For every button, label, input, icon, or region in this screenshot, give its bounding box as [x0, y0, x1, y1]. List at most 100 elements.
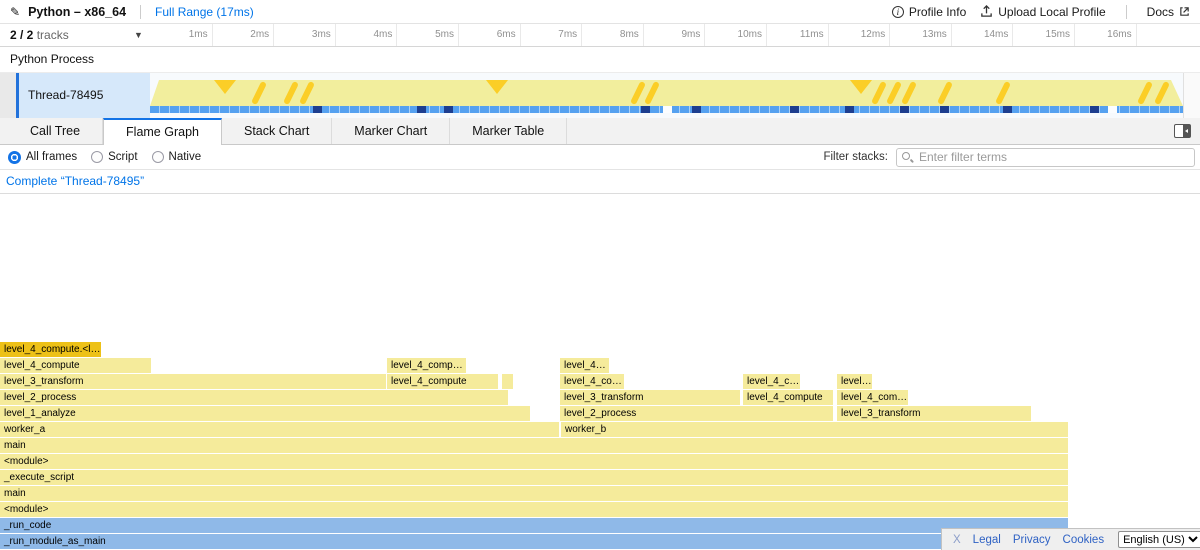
profile-info-button[interactable]: i Profile Info: [892, 5, 966, 19]
ruler-tick-line: [1136, 24, 1137, 46]
ruler-tick-label: 4ms: [336, 24, 392, 46]
tab-stack-chart[interactable]: Stack Chart: [222, 118, 332, 144]
marker-band: [150, 80, 1183, 106]
tab-marker-table[interactable]: Marker Table: [450, 118, 567, 144]
flame-block[interactable]: level_3_transform: [560, 390, 740, 405]
flame-block[interactable]: level_4_compute: [0, 358, 151, 373]
process-track-header[interactable]: Python Process: [0, 47, 1200, 73]
radio-dot-icon: [152, 151, 164, 163]
filter-area: Filter stacks:: [823, 148, 1200, 167]
sidebar-toggle-icon[interactable]: [1174, 124, 1191, 138]
breadcrumb-complete-thread[interactable]: Complete “Thread-78495”: [6, 170, 144, 193]
radio-script[interactable]: Script: [91, 151, 137, 163]
thread-activity-canvas[interactable]: [150, 73, 1183, 118]
filter-stacks-input[interactable]: [896, 148, 1195, 167]
activity-gap: [663, 106, 672, 113]
gc-marker-slant-icon: [251, 81, 267, 105]
activity-gap: [1108, 106, 1117, 113]
info-icon: i: [892, 6, 904, 18]
activity-dark-segment: [692, 106, 701, 113]
tab-flame-graph[interactable]: Flame Graph: [103, 118, 222, 145]
language-select[interactable]: English (US): [1118, 531, 1200, 548]
flame-block[interactable]: level_4…: [560, 358, 609, 373]
activity-dark-segment: [641, 106, 650, 113]
flame-block[interactable]: level_4_c…: [743, 374, 800, 389]
gc-marker-triangle-icon: [214, 80, 236, 94]
docs-label: Docs: [1147, 5, 1174, 19]
tracks-count-word: tracks: [37, 28, 69, 42]
flame-block[interactable]: level_3_transform: [837, 406, 1031, 421]
tracks-count[interactable]: 2 / 2 tracks: [10, 24, 69, 46]
flame-block[interactable]: level_2_process: [560, 406, 833, 421]
profile-title: Python – x86_64: [28, 5, 126, 19]
ruler-tick-label: 8ms: [583, 24, 639, 46]
flame-block[interactable]: _run_module_as_main: [0, 534, 1068, 549]
flame-block[interactable]: level_4_comp…: [387, 358, 466, 373]
flame-block[interactable]: level_1_analyze: [0, 406, 530, 421]
ruler-tick-label: 5ms: [398, 24, 454, 46]
ruler-tick-label: 11ms: [768, 24, 824, 46]
track-right-edge: [1183, 73, 1200, 118]
thread-track-gutter: [0, 73, 16, 118]
flame-block[interactable]: level_2_process: [0, 390, 508, 405]
thread-track-row[interactable]: Thread-78495: [0, 73, 1200, 118]
gc-marker-slant-icon: [937, 81, 953, 105]
radio-native[interactable]: Native: [152, 151, 202, 163]
flame-block[interactable]: level_4_compute: [387, 374, 498, 389]
search-icon: [902, 152, 910, 160]
app-header: ✎ Python – x86_64 Full Range (17ms) i Pr…: [0, 0, 1200, 24]
thread-track-label-area[interactable]: Thread-78495: [19, 73, 150, 118]
flame-block[interactable]: <module>: [0, 502, 1068, 517]
gc-marker-slant-icon: [630, 81, 646, 105]
header-divider-2: [1126, 5, 1127, 19]
flame-block[interactable]: main: [0, 438, 1068, 453]
tab-call-tree[interactable]: Call Tree: [8, 118, 103, 144]
gc-marker-slant-icon: [1137, 81, 1153, 105]
flame-block[interactable]: level_4_compute: [743, 390, 833, 405]
settings-row: All frames Script Native Filter stacks:: [0, 145, 1200, 170]
ruler-tick-label: 16ms: [1076, 24, 1132, 46]
privacy-link[interactable]: Privacy: [1013, 534, 1051, 546]
activity-dark-segment: [790, 106, 799, 113]
frame-filter-radio-group: All frames Script Native: [0, 151, 201, 164]
ruler-tick-label: 6ms: [460, 24, 516, 46]
radio-label: Script: [108, 151, 137, 163]
radio-all-frames[interactable]: All frames: [8, 151, 77, 164]
flame-block[interactable]: level_4_com…: [837, 390, 908, 405]
activity-dark-segment: [940, 106, 949, 113]
ruler-tick-label: 10ms: [706, 24, 762, 46]
tracks-count-value: 2 / 2: [10, 28, 33, 42]
flame-block[interactable]: _execute_script: [0, 470, 1068, 485]
gc-marker-slant-icon: [1154, 81, 1170, 105]
footer-close-link[interactable]: X: [953, 534, 961, 546]
docs-link[interactable]: Docs: [1147, 5, 1190, 19]
flame-graph-canvas[interactable]: level_4_compute.<l…level_4_computelevel_…: [0, 194, 1200, 550]
legal-link[interactable]: Legal: [973, 534, 1001, 546]
tracks-dropdown-caret-icon[interactable]: ▼: [134, 24, 143, 46]
flame-block[interactable]: level…: [837, 374, 872, 389]
profile-info-label: Profile Info: [909, 5, 966, 19]
gc-marker-slant-icon: [901, 81, 917, 105]
ruler-tick-label: 2ms: [213, 24, 269, 46]
tab-marker-chart[interactable]: Marker Chart: [332, 118, 450, 144]
cpu-activity-bar: [150, 106, 1183, 113]
ruler-tick-label: 3ms: [275, 24, 331, 46]
flame-block[interactable]: _run_code: [0, 518, 1068, 533]
cookies-link[interactable]: Cookies: [1063, 534, 1105, 546]
flame-block[interactable]: level_4_compute.<l…: [0, 342, 101, 357]
full-range-link[interactable]: Full Range (17ms): [155, 5, 254, 19]
flame-block[interactable]: main: [0, 486, 1068, 501]
edit-pencil-icon[interactable]: ✎: [10, 5, 20, 19]
flame-block[interactable]: [502, 374, 513, 389]
flame-block[interactable]: <module>: [0, 454, 1068, 469]
filter-stacks-label: Filter stacks:: [823, 151, 888, 163]
gc-marker-triangle-icon: [486, 80, 508, 94]
upload-local-profile-button[interactable]: Upload Local Profile: [980, 5, 1105, 19]
ruler-tick-label: 14ms: [952, 24, 1008, 46]
breadcrumb-row: Complete “Thread-78495”: [0, 170, 1200, 194]
flame-block[interactable]: level_4_co…: [560, 374, 624, 389]
flame-block[interactable]: worker_a: [0, 422, 559, 437]
flame-block[interactable]: worker_b: [561, 422, 1068, 437]
footer-bar: X Legal Privacy Cookies English (US): [941, 528, 1200, 550]
flame-block[interactable]: level_3_transform: [0, 374, 386, 389]
